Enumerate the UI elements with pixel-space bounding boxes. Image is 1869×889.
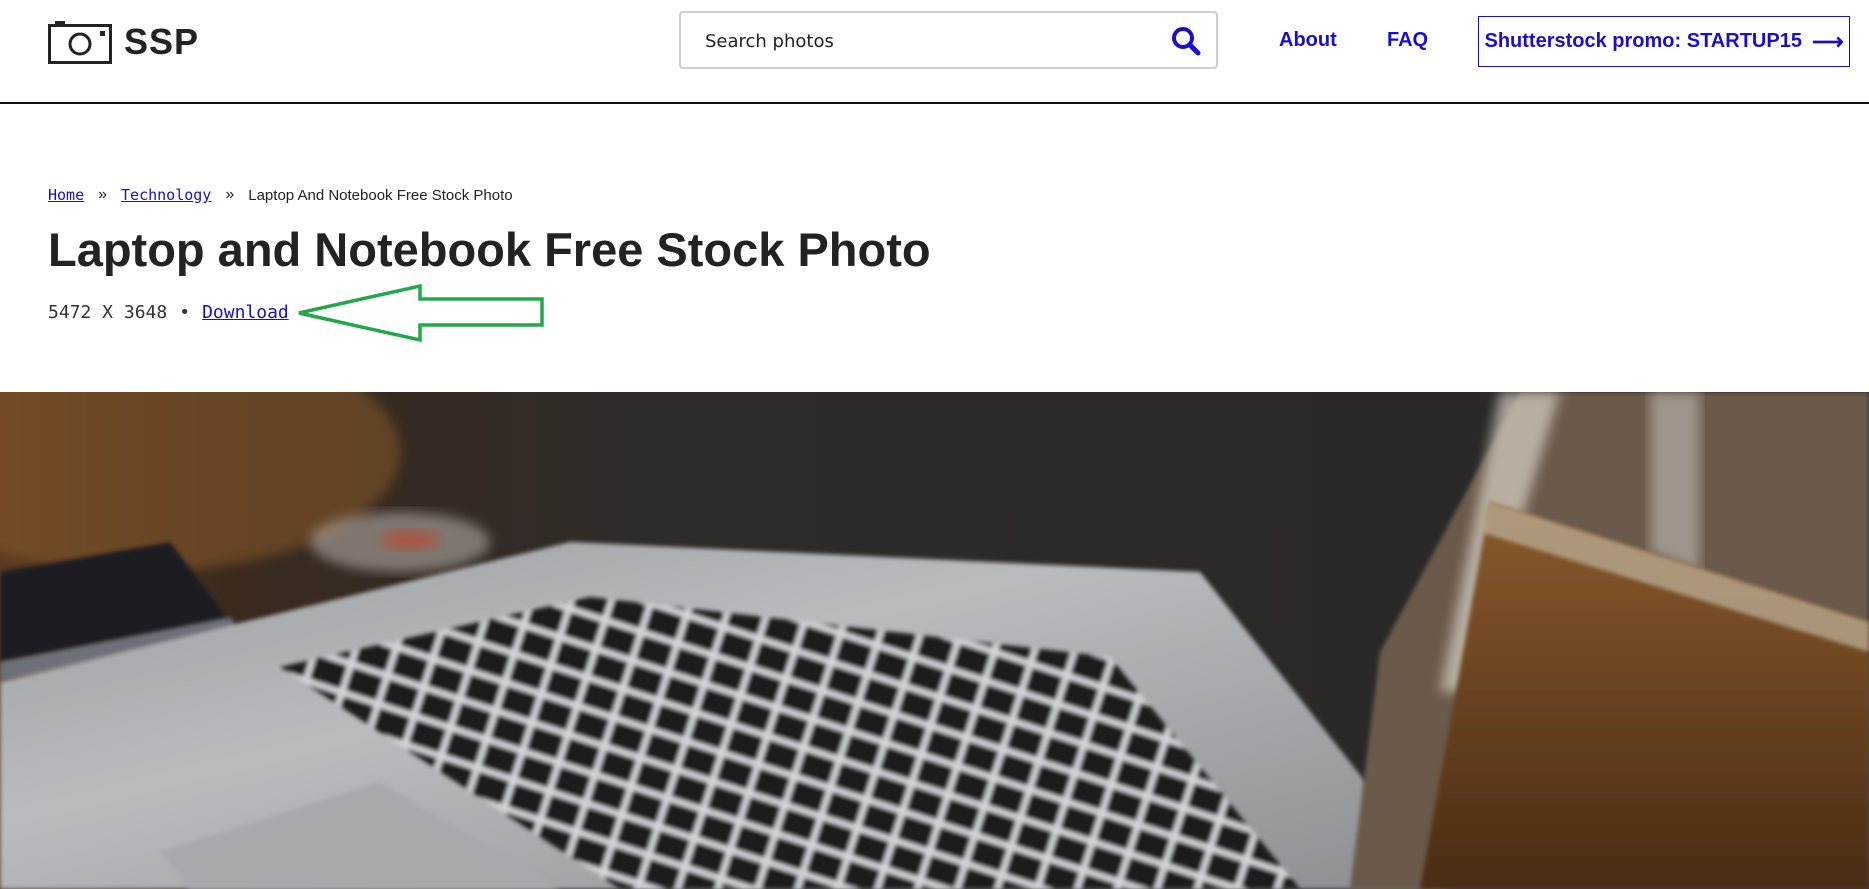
site-logo[interactable]: SSP (48, 20, 199, 64)
breadcrumb-separator: » (225, 186, 235, 203)
promo-label: Shutterstock promo: STARTUP15 (1484, 30, 1802, 52)
camera-icon (48, 21, 112, 64)
nav-about-link[interactable]: About (1279, 29, 1337, 52)
site-header: SSP About FAQ Shutterstock promo: STARTU… (0, 0, 1869, 104)
search-icon[interactable] (1170, 25, 1202, 57)
meta-separator: • (179, 302, 191, 323)
breadcrumb: Home » Technology » Laptop And Notebook … (48, 186, 513, 204)
download-link[interactable]: Download (202, 302, 289, 323)
page-title: Laptop and Notebook Free Stock Photo (48, 223, 931, 276)
annotation-arrow-icon (298, 283, 544, 343)
breadcrumb-current: Laptop And Notebook Free Stock Photo (248, 186, 513, 204)
promo-button[interactable]: Shutterstock promo: STARTUP15 ⟶ (1478, 16, 1850, 67)
breadcrumb-separator: » (98, 186, 108, 203)
nav-faq-link[interactable]: FAQ (1387, 29, 1428, 52)
breadcrumb-home-link[interactable]: Home (48, 186, 84, 204)
photo-dimensions: 5472 X 3648 (48, 302, 168, 323)
arrow-right-icon: ⟶ (1811, 28, 1844, 54)
hero-photo (0, 392, 1869, 889)
search-input[interactable] (703, 13, 1127, 69)
laptop-photo-image (0, 392, 1869, 889)
logo-text: SSP (124, 21, 200, 62)
breadcrumb-category-link[interactable]: Technology (121, 186, 211, 204)
search-box (679, 11, 1218, 69)
photo-meta: 5472 X 3648 • Download (48, 302, 289, 323)
